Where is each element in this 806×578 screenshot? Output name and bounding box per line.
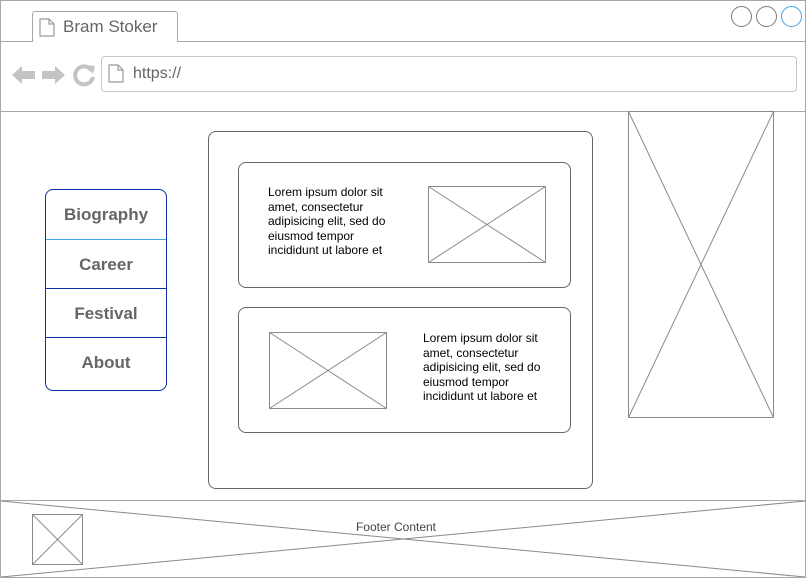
url-text[interactable]: https://: [133, 65, 181, 83]
sidebar-item-career[interactable]: Career: [46, 240, 166, 289]
browser-tab[interactable]: Bram Stoker: [32, 11, 178, 42]
sidebar-item-about[interactable]: About: [46, 338, 166, 387]
reload-icon[interactable]: [72, 63, 96, 87]
address-bar[interactable]: https://: [101, 56, 797, 92]
sidebar-item-festival[interactable]: Festival: [46, 289, 166, 338]
image-placeholder-icon: [269, 332, 387, 409]
card-text: Lorem ipsum dolor sit amet, consectetur …: [268, 185, 386, 257]
tab-title: Bram Stoker: [63, 17, 158, 36]
banner-placeholder-icon: [628, 111, 774, 418]
content-panel: Lorem ipsum dolor sit amet, consectetur …: [208, 131, 593, 489]
arrow-left-icon[interactable]: [11, 63, 36, 87]
sidebar-item-biography[interactable]: Biography: [46, 190, 166, 240]
maximize-button[interactable]: [781, 6, 802, 27]
restore-button[interactable]: [756, 6, 777, 27]
card-text: Lorem ipsum dolor sit amet, consectetur …: [423, 331, 541, 403]
footer-text: Footer Content: [355, 520, 437, 534]
content-card: Lorem ipsum dolor sit amet, consectetur …: [238, 307, 571, 433]
minimize-button[interactable]: [731, 6, 752, 27]
image-placeholder-icon: [428, 186, 546, 263]
page-icon: [108, 64, 124, 83]
browser-window: Bram Stoker https:// Biography Career Fe…: [0, 0, 806, 578]
page-icon: [39, 18, 55, 37]
arrow-right-icon[interactable]: [41, 63, 66, 87]
sidebar-menu: Biography Career Festival About: [45, 189, 167, 391]
footer-placeholder-icon: [1, 501, 805, 577]
footer-logo-placeholder-icon: [32, 514, 83, 565]
content-card: Lorem ipsum dolor sit amet, consectetur …: [238, 162, 571, 288]
